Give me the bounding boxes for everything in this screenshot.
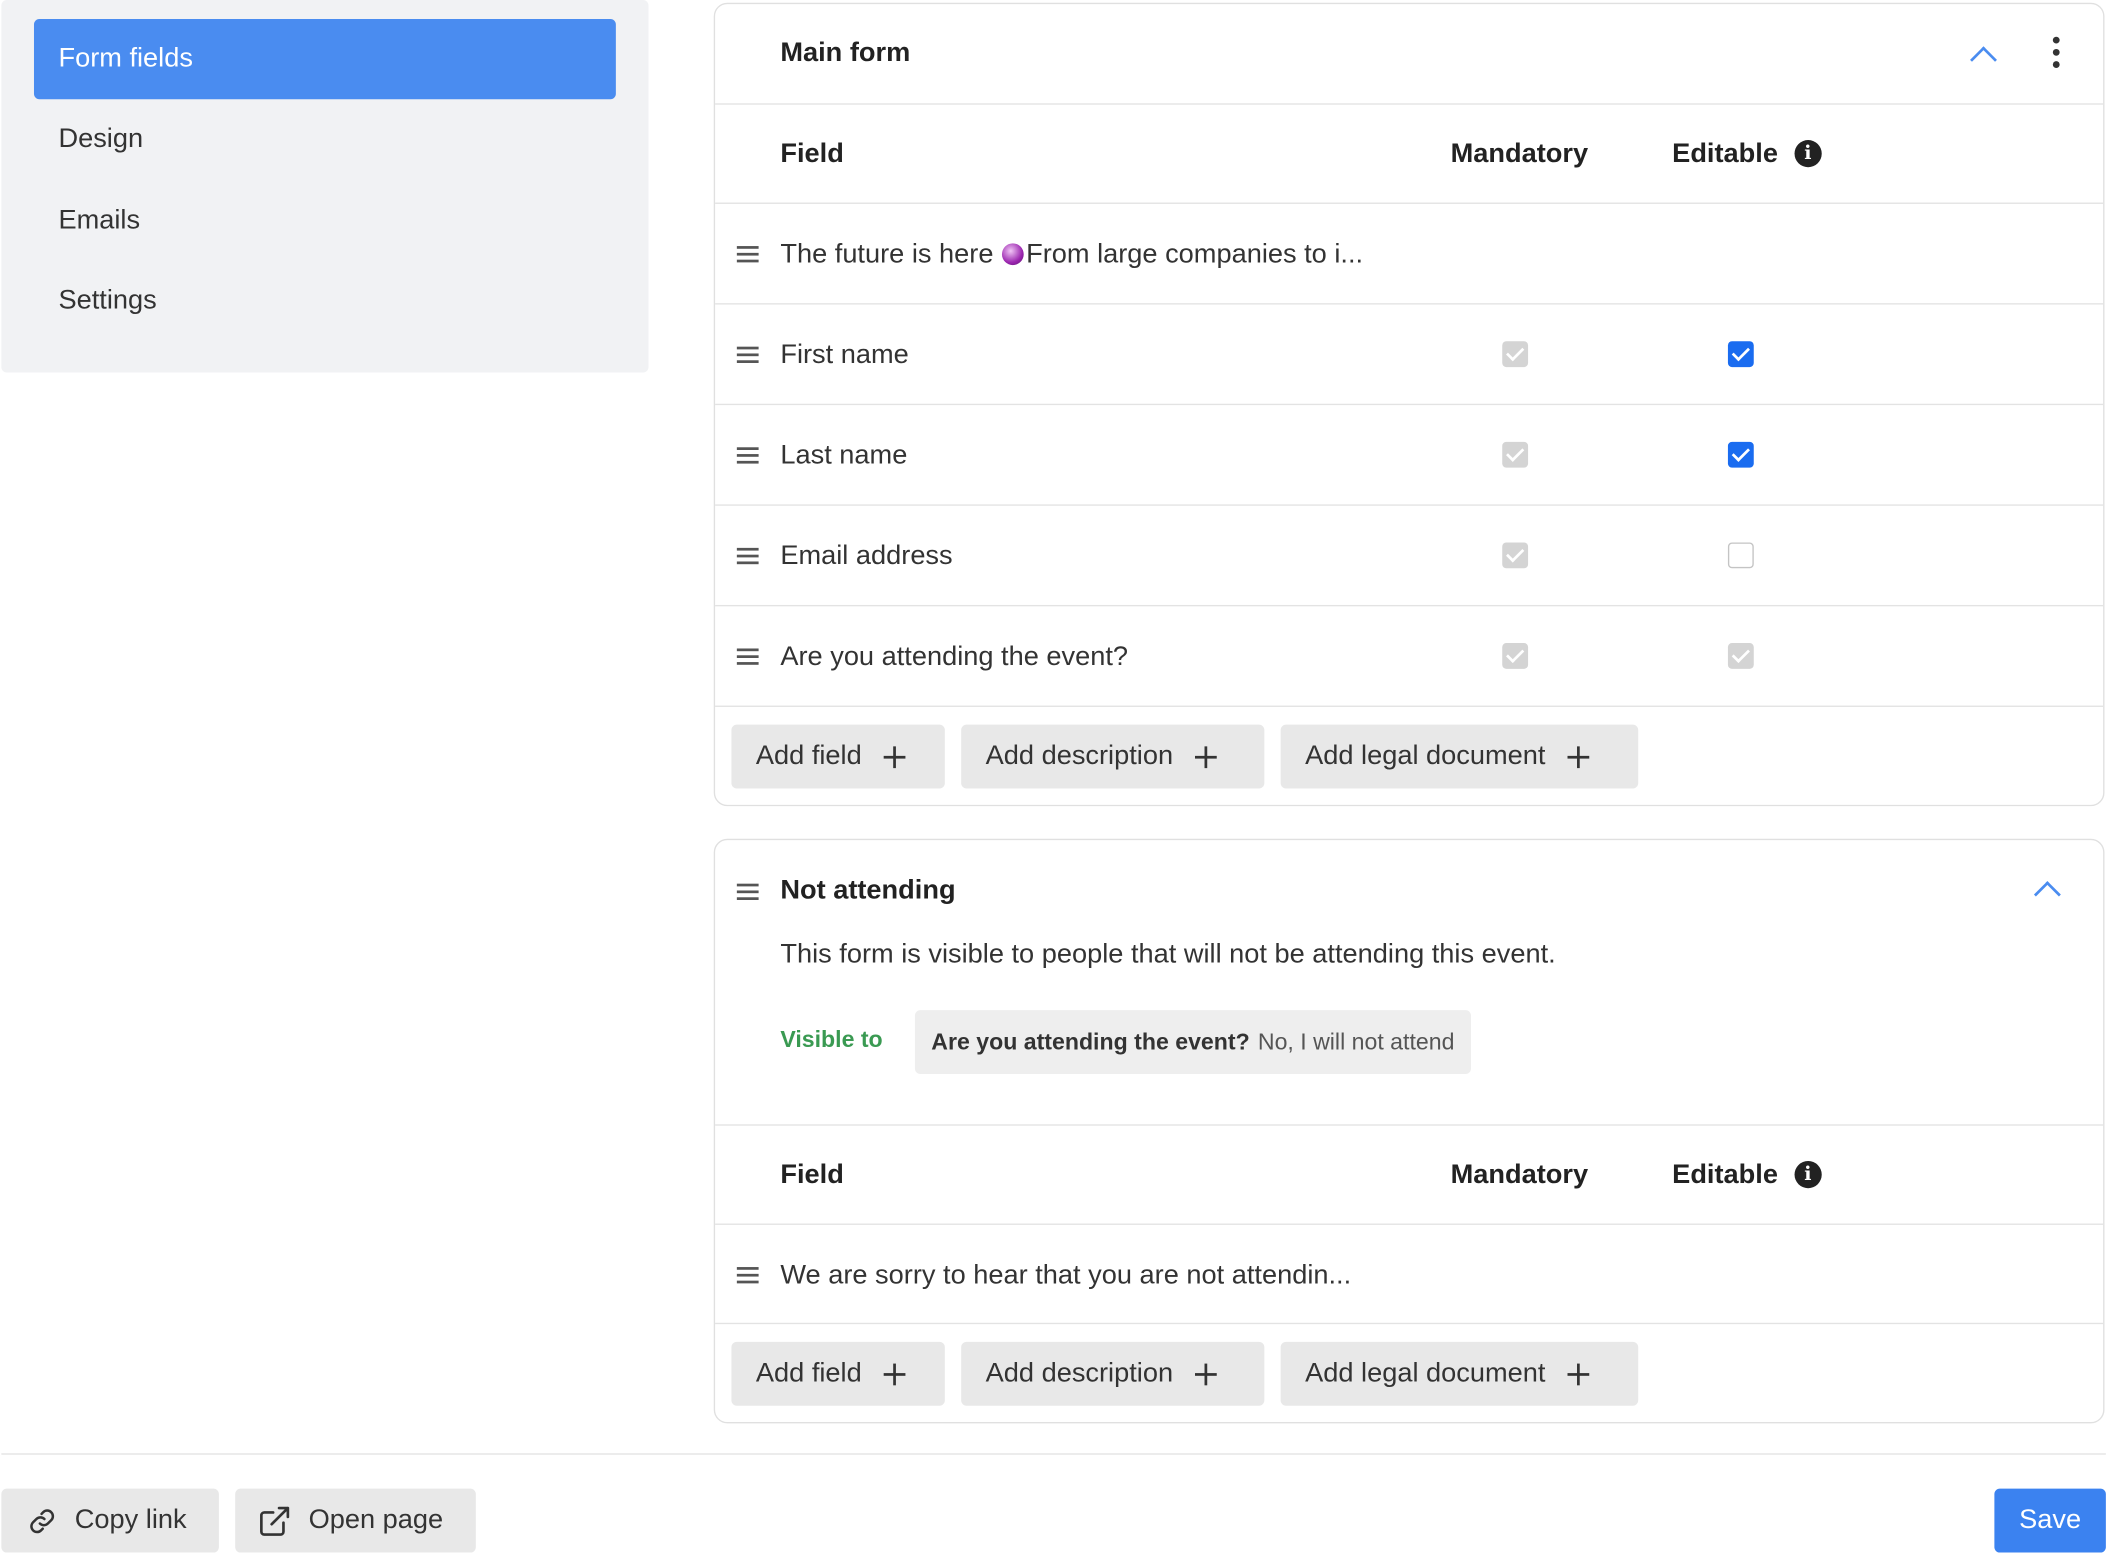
column-header-editable-label: Editable [1672, 1158, 1778, 1189]
plus-icon [1567, 1362, 1589, 1385]
main-form-card: Main form Field Mandatory Editable i The … [713, 2, 2105, 807]
editable-checkbox[interactable] [1727, 542, 1754, 569]
link-icon [30, 1508, 55, 1533]
info-icon[interactable]: i [1794, 1161, 1822, 1189]
form-description: This form is visible to people that will… [780, 939, 1556, 970]
sidebar-item-label: Settings [58, 285, 157, 316]
column-header-field: Field [780, 137, 844, 168]
add-description-button[interactable]: Add description [961, 724, 1265, 789]
add-description-label: Add description [985, 1358, 1174, 1389]
field-label: The future is here From large companies … [780, 204, 1363, 305]
save-button[interactable]: Save [1994, 1488, 2106, 1553]
external-link-icon [260, 1506, 290, 1536]
column-header-editable: Editable i [1672, 105, 1822, 203]
sidebar-item-form-fields[interactable]: Form fields [33, 19, 616, 100]
field-label-start: The future is here [780, 238, 994, 269]
editable-checkbox[interactable] [1727, 341, 1754, 368]
sidebar-item-label: Form fields [58, 43, 193, 74]
table-row[interactable]: Are you attending the event? [715, 606, 2104, 707]
mandatory-checkbox [1502, 341, 1529, 368]
drag-handle-icon[interactable] [736, 447, 759, 464]
form-editor: Form fields Design Emails Settings Main … [0, 0, 2110, 1553]
field-label-end: From large companies to i... [1026, 238, 1364, 269]
table-row[interactable]: First name [715, 305, 2104, 406]
add-field-label: Add field [755, 740, 862, 771]
more-options-icon[interactable] [2050, 36, 2061, 72]
footer-divider [1, 1453, 2106, 1455]
copy-link-label: Copy link [74, 1504, 187, 1535]
drag-handle-icon[interactable] [736, 246, 759, 263]
add-description-button[interactable]: Add description [961, 1341, 1265, 1406]
table-row[interactable]: We are sorry to hear that you are not at… [715, 1225, 2104, 1325]
card-header: Not attending This form is visible to pe… [715, 840, 2104, 1126]
editable-checkbox [1727, 643, 1754, 669]
add-field-label: Add field [755, 1358, 862, 1389]
table-header: Field Mandatory Editable i [715, 1126, 2104, 1225]
drag-handle-icon[interactable] [736, 648, 759, 665]
field-label: Are you attending the event? [780, 641, 1129, 671]
table-header: Field Mandatory Editable i [715, 105, 2104, 204]
table-row[interactable]: The future is here From large companies … [715, 204, 2104, 305]
field-label: First name [780, 339, 909, 370]
mandatory-checkbox [1502, 441, 1529, 468]
editable-checkbox[interactable] [1727, 441, 1754, 468]
collapse-chevron-icon[interactable] [2032, 876, 2059, 903]
mandatory-checkbox [1502, 643, 1529, 669]
column-header-mandatory: Mandatory [1450, 1158, 1589, 1189]
visibility-condition[interactable]: Are you attending the event? No, I will n… [914, 1010, 1471, 1075]
open-page-label: Open page [308, 1504, 444, 1535]
add-legal-document-button[interactable]: Add legal document [1280, 724, 1639, 789]
column-header-field: Field [780, 1158, 844, 1189]
plus-icon [883, 745, 906, 768]
plus-icon [1194, 1362, 1217, 1385]
drag-handle-icon[interactable] [736, 547, 759, 565]
field-label: We are sorry to hear that you are not at… [780, 1259, 1352, 1290]
column-header-editable: Editable i [1672, 1126, 1822, 1224]
drag-handle-icon[interactable] [736, 346, 759, 363]
card-header: Main form [715, 4, 2104, 105]
crystal-ball-icon [1001, 243, 1024, 266]
column-header-editable-label: Editable [1672, 137, 1778, 168]
add-legal-document-button[interactable]: Add legal document [1280, 1341, 1639, 1406]
condition-question: Are you attending the event? [931, 1028, 1250, 1055]
mandatory-checkbox [1502, 542, 1529, 569]
open-page-button[interactable]: Open page [235, 1488, 476, 1553]
not-attending-card: Not attending This form is visible to pe… [713, 838, 2105, 1424]
field-label: Last name [780, 439, 908, 470]
card-title: Main form [780, 38, 911, 68]
sidebar-item-label: Design [58, 123, 144, 154]
collapse-chevron-icon[interactable] [1969, 41, 1996, 68]
column-header-mandatory: Mandatory [1450, 137, 1589, 168]
condition-answer: No, I will not attend [1257, 1028, 1455, 1055]
add-description-label: Add description [985, 740, 1174, 771]
table-row[interactable]: Email address [715, 506, 2104, 607]
card-title: Not attending [780, 875, 956, 906]
field-label: Email address [780, 540, 953, 571]
drag-handle-icon[interactable] [736, 1267, 759, 1284]
sidebar-item-design[interactable]: Design [34, 99, 616, 179]
info-icon[interactable]: i [1794, 140, 1822, 168]
add-legal-document-label: Add legal document [1305, 1358, 1546, 1389]
sidebar-nav: Form fields Design Emails Settings [1, 0, 649, 373]
sidebar-item-emails[interactable]: Emails [34, 181, 616, 261]
plus-icon [883, 1362, 906, 1385]
add-legal-document-label: Add legal document [1305, 740, 1546, 771]
plus-icon [1194, 745, 1217, 768]
visible-to-label: Visible to [780, 1026, 883, 1053]
sidebar-item-label: Emails [58, 205, 141, 236]
table-row[interactable]: Last name [715, 405, 2104, 506]
drag-handle-icon[interactable] [736, 883, 759, 900]
copy-link-button[interactable]: Copy link [1, 1488, 219, 1553]
add-field-button[interactable]: Add field [731, 724, 945, 789]
sidebar-item-settings[interactable]: Settings [34, 261, 616, 341]
add-field-button[interactable]: Add field [731, 1341, 945, 1406]
plus-icon [1567, 745, 1589, 768]
